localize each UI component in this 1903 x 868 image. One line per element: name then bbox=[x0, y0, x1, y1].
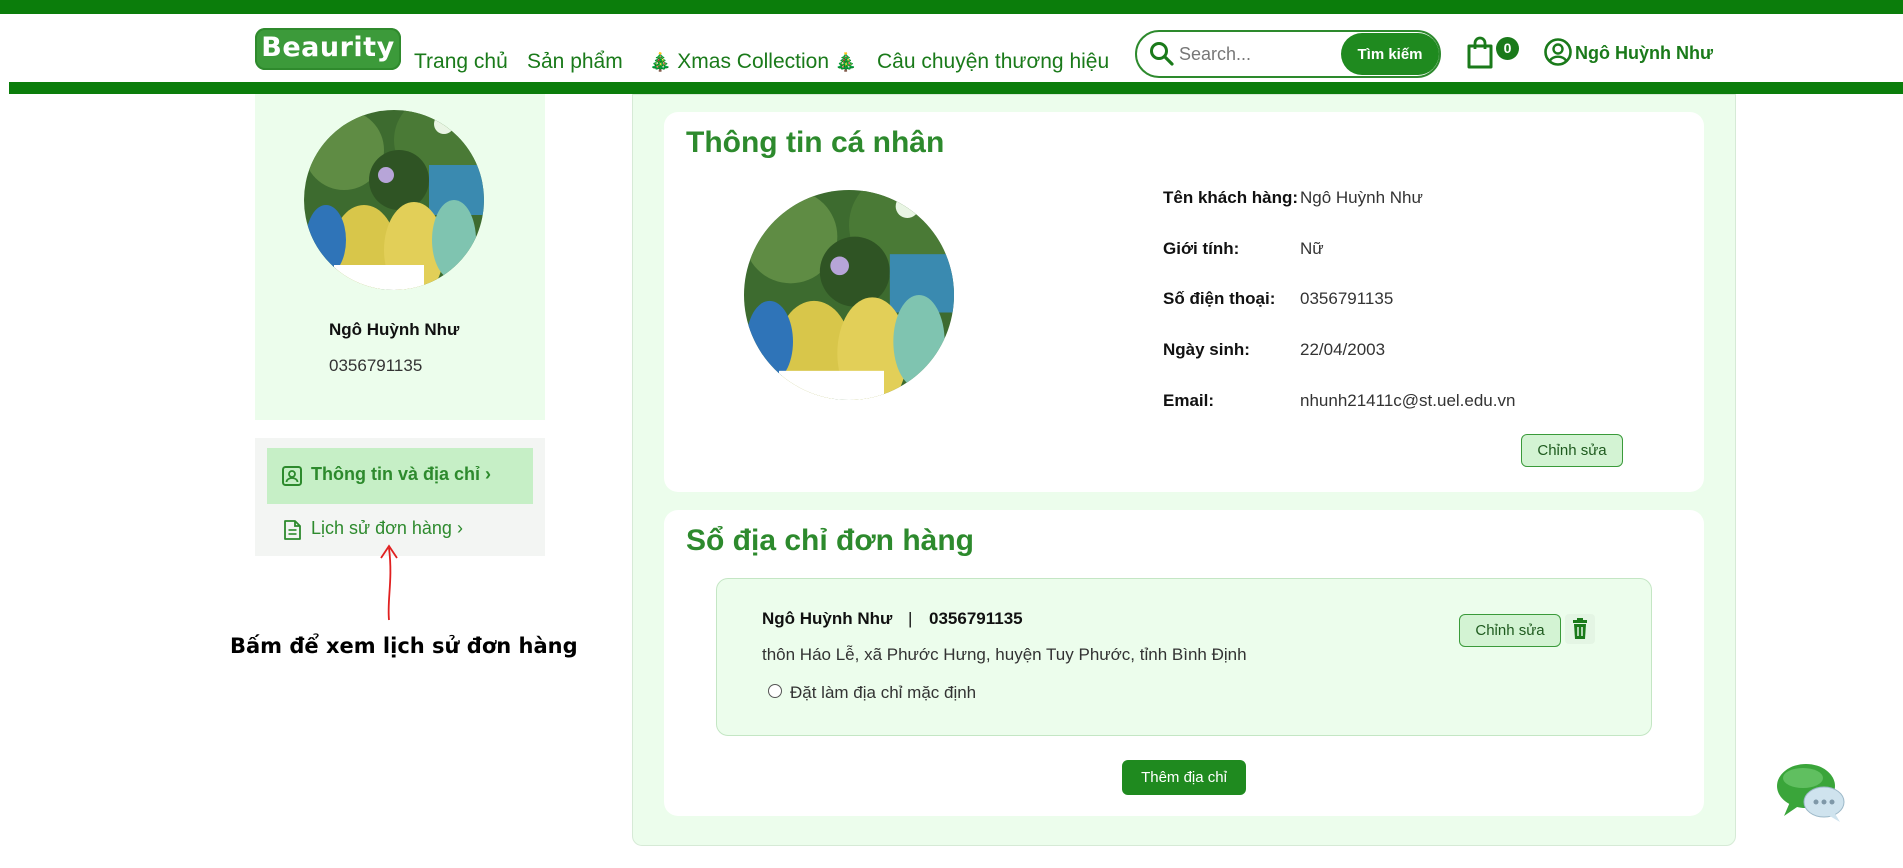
nav-xmas-collection[interactable]: 🎄 Xmas Collection 🎄 bbox=[649, 50, 857, 74]
xmas-tree-icon: 🎄 bbox=[834, 52, 858, 72]
address-recipient-name: Ngô Huỳnh Như bbox=[762, 609, 893, 628]
edit-address-button[interactable]: Chỉnh sửa bbox=[1459, 614, 1561, 647]
search-input[interactable] bbox=[1179, 40, 1339, 68]
nav-xmas-label: Xmas Collection bbox=[677, 50, 829, 73]
document-icon bbox=[284, 520, 301, 540]
phone-label: Số điện thoại: bbox=[1163, 289, 1276, 308]
set-default-label[interactable]: Đặt làm địa chỉ mặc định bbox=[790, 683, 976, 703]
shopping-bag-icon[interactable] bbox=[1465, 36, 1495, 70]
delete-address-button[interactable] bbox=[1565, 614, 1595, 644]
menu-item-order-history-label: Lịch sử đơn hàng bbox=[311, 518, 452, 538]
avatar bbox=[744, 190, 954, 400]
cart-count-badge: 0 bbox=[1496, 37, 1519, 60]
search-button[interactable]: Tìm kiếm bbox=[1341, 33, 1439, 75]
address-text: thôn Háo Lễ, xã Phước Hưng, huyện Tuy Ph… bbox=[762, 645, 1247, 664]
header-bottom-strip bbox=[9, 82, 1903, 94]
nav-home[interactable]: Trang chủ bbox=[414, 50, 508, 74]
address-recipient-phone: 0356791135 bbox=[929, 609, 1023, 628]
avatar bbox=[304, 110, 484, 290]
menu-item-profile-address[interactable]: Thông tin và địa chỉ › bbox=[267, 448, 533, 504]
edit-profile-button[interactable]: Chỉnh sửa bbox=[1521, 434, 1623, 467]
personal-info-card: Thông tin cá nhân Tên khách hàng: Ngô Hu… bbox=[664, 112, 1704, 492]
user-circle-icon[interactable] bbox=[1543, 37, 1573, 67]
site-header: Beaurity Trang chủ Sản phẩm 🎄 Xmas Colle… bbox=[9, 14, 1903, 82]
personal-info-title: Thông tin cá nhân bbox=[686, 126, 945, 159]
birthday-label: Ngày sinh: bbox=[1163, 340, 1250, 359]
trash-icon bbox=[1573, 618, 1587, 639]
search-bar: Tìm kiếm bbox=[1135, 30, 1441, 78]
avatar-photo bbox=[744, 190, 954, 400]
sidebar-user-phone: 0356791135 bbox=[329, 356, 423, 375]
header-top-strip bbox=[0, 0, 1903, 14]
account-menu: Thông tin và địa chỉ › Lịch sử đơn hàng … bbox=[255, 438, 545, 556]
email-value: nhunh21411c@st.uel.edu.vn bbox=[1300, 391, 1516, 410]
chevron-right-icon: › bbox=[485, 464, 492, 484]
search-icon[interactable] bbox=[1149, 41, 1175, 67]
account-name-link[interactable]: Ngô Huỳnh Như bbox=[1575, 43, 1713, 64]
nav-brand-story[interactable]: Câu chuyện thương hiệu bbox=[877, 50, 1109, 74]
profile-summary-card: Ngô Huỳnh Như 0356791135 bbox=[255, 94, 545, 420]
nav-products[interactable]: Sản phẩm bbox=[527, 50, 623, 74]
annotation-arrow-icon bbox=[380, 544, 398, 621]
phone-value: 0356791135 bbox=[1300, 289, 1394, 308]
customer-name-value: Ngô Huỳnh Như bbox=[1300, 188, 1423, 207]
avatar-photo bbox=[304, 110, 484, 290]
profile-card-icon bbox=[282, 466, 302, 486]
xmas-tree-icon: 🎄 bbox=[649, 52, 672, 72]
menu-item-profile-label: Thông tin và địa chỉ bbox=[311, 464, 481, 484]
add-address-button[interactable]: Thêm địa chỉ bbox=[1122, 760, 1246, 795]
address-book-card: Sổ địa chỉ đơn hàng Ngô Huỳnh Như | 0356… bbox=[664, 510, 1704, 816]
email-label: Email: bbox=[1163, 391, 1215, 410]
set-default-radio[interactable] bbox=[768, 684, 782, 698]
address-entry: Ngô Huỳnh Như | 0356791135 thôn Háo Lễ, … bbox=[716, 578, 1652, 736]
chevron-right-icon: › bbox=[456, 518, 463, 538]
customer-name-label: Tên khách hàng: bbox=[1163, 188, 1299, 207]
address-separator: | bbox=[908, 609, 913, 628]
gender-value: Nữ bbox=[1300, 239, 1324, 258]
birthday-value: 22/04/2003 bbox=[1300, 340, 1386, 359]
brand-logo[interactable]: Beaurity bbox=[255, 28, 401, 70]
sidebar-user-name: Ngô Huỳnh Như bbox=[329, 320, 460, 339]
annotation-text: Bấm để xem lịch sử đơn hàng bbox=[230, 634, 578, 658]
gender-label: Giới tính: bbox=[1163, 239, 1240, 258]
chat-bubbles-icon[interactable] bbox=[1776, 760, 1846, 824]
address-book-title: Sổ địa chỉ đơn hàng bbox=[686, 524, 975, 557]
